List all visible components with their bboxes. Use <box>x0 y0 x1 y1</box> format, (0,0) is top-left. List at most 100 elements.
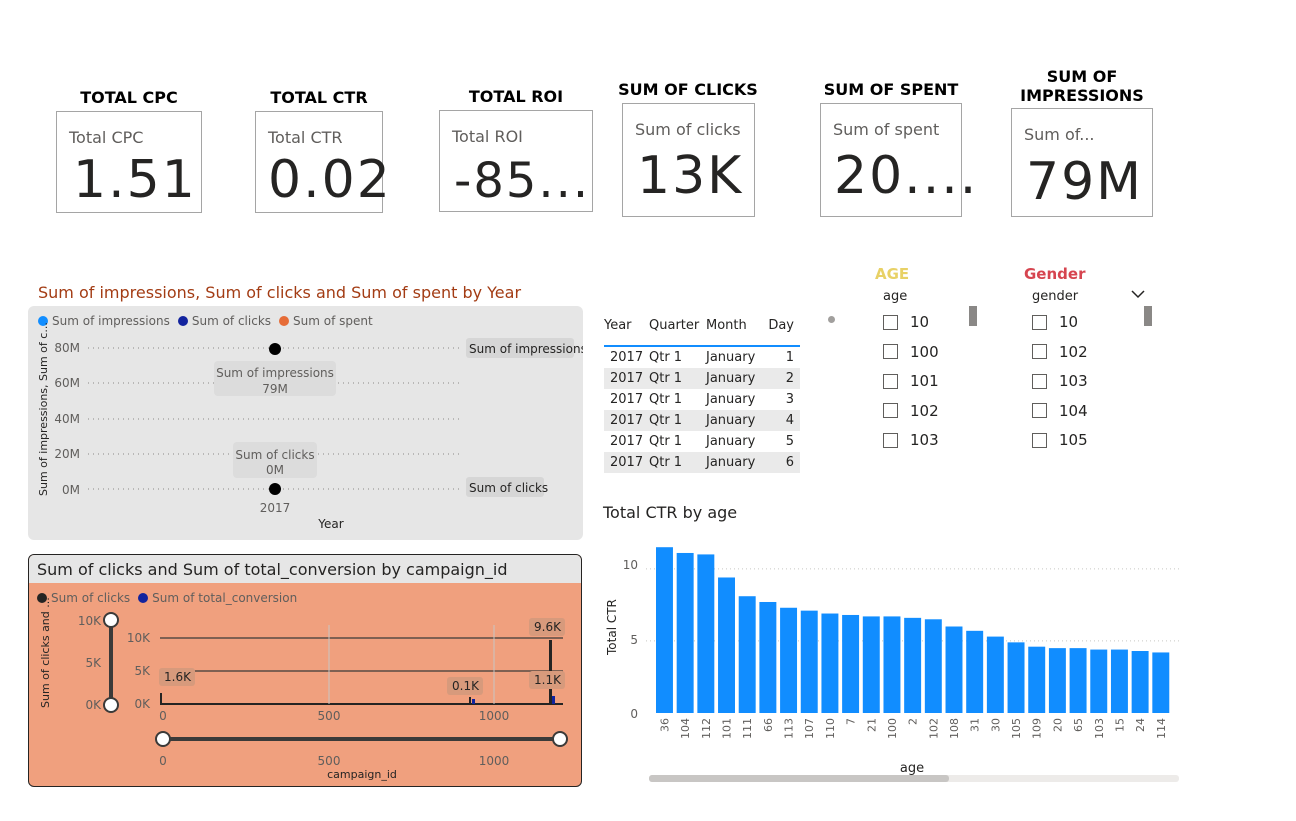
bar[interactable] <box>1048 648 1066 713</box>
xtick: 500 <box>318 709 341 723</box>
bar[interactable] <box>1110 649 1128 713</box>
checkbox[interactable] <box>1032 373 1047 389</box>
kpi-label: Total ROI <box>452 127 523 146</box>
bar[interactable] <box>883 616 901 713</box>
year-chart-panel[interactable]: Sum of impressions Sum of clicks Sum of … <box>28 306 583 540</box>
checkbox[interactable] <box>1032 344 1047 359</box>
bar[interactable] <box>1069 648 1087 713</box>
y-zoom-slider-handle-top[interactable] <box>103 612 119 628</box>
bar[interactable] <box>780 607 798 713</box>
age-slicer-item[interactable]: 100 <box>883 343 939 361</box>
table-row[interactable]: 2017 Qtr 1 January 2 <box>604 368 800 389</box>
gender-slicer-item[interactable]: 102 <box>1032 343 1088 361</box>
bar-conversion[interactable] <box>552 696 555 704</box>
slicer-item-label: 102 <box>910 401 939 420</box>
kpi-card-roi[interactable]: Total ROI -85... <box>439 110 593 212</box>
chevron-down-icon[interactable] <box>1130 286 1146 300</box>
bar-clicks[interactable] <box>469 697 471 704</box>
y-zoom-slider-handle-bottom[interactable] <box>103 697 119 713</box>
checkbox[interactable] <box>883 403 898 418</box>
checkbox[interactable] <box>1032 314 1047 330</box>
kpi-label: Sum of... <box>1024 125 1095 144</box>
bar[interactable] <box>904 617 922 713</box>
data-label: 1.1K <box>534 673 562 687</box>
kpi-card-cpc[interactable]: Total CPC 1.51 <box>56 111 202 213</box>
kpi-label: Total CPC <box>69 128 144 147</box>
table-cell: 2017 <box>610 413 644 428</box>
age-slicer-item[interactable]: 102 <box>883 402 939 420</box>
table-cell: January <box>706 371 756 386</box>
gender-slicer-item[interactable]: 10 <box>1032 313 1078 331</box>
kpi-card-ctr[interactable]: Total CTR 0.02 <box>255 111 390 213</box>
tooltip-clicks-value: 0M <box>266 463 284 477</box>
gender-slicer-item[interactable]: 103 <box>1032 372 1088 390</box>
bar[interactable] <box>924 619 942 713</box>
col-header-month[interactable]: Month <box>706 305 768 346</box>
bar[interactable] <box>759 601 777 713</box>
checkbox[interactable] <box>883 432 898 448</box>
bar[interactable] <box>800 610 818 713</box>
age-slicer-item[interactable]: 103 <box>883 431 939 449</box>
bar[interactable] <box>1090 649 1108 713</box>
kpi-card-impressions[interactable]: Sum of... 79M <box>1011 108 1153 217</box>
slicer-item-label: 100 <box>910 342 939 361</box>
ctr-by-age-chart[interactable]: Total CTR 10 5 0 36 104 112 101 111 66 113 107 1… <box>596 520 1196 820</box>
x-tick-label: 104 <box>679 718 692 739</box>
bar[interactable] <box>718 577 735 713</box>
col-header-day[interactable]: Day <box>768 305 800 346</box>
age-slicer-item[interactable]: 10 <box>883 313 929 331</box>
checkbox[interactable] <box>1032 403 1047 418</box>
kpi-title-clicks: SUM OF CLICKS <box>618 80 758 99</box>
gender-slicer-item[interactable]: 104 <box>1032 402 1088 420</box>
age-slicer-scrollbar[interactable] <box>969 306 977 326</box>
bar[interactable] <box>842 614 860 713</box>
bar[interactable] <box>738 596 756 713</box>
kpi-title-roi: TOTAL ROI <box>468 87 564 106</box>
point-impressions[interactable] <box>269 343 281 355</box>
col-header-quarter[interactable]: Quarter <box>649 305 706 346</box>
x-tick-label: 111 <box>741 718 754 739</box>
checkbox[interactable] <box>883 373 898 389</box>
bar[interactable] <box>1007 642 1025 713</box>
campaign-chart-panel[interactable]: Sum of clicks and Sum of total_conversio… <box>28 554 582 787</box>
kpi-card-spent[interactable]: Sum of spent 20.... <box>820 103 976 217</box>
gender-slicer-item[interactable]: 105 <box>1032 431 1088 449</box>
bar[interactable] <box>966 630 984 713</box>
checkbox[interactable] <box>1032 432 1047 448</box>
checkbox[interactable] <box>883 344 898 359</box>
table-row[interactable]: 2017 Qtr 1 January 5 <box>604 431 800 452</box>
status-dot <box>828 316 835 323</box>
bar[interactable] <box>1152 652 1170 713</box>
bar[interactable] <box>697 554 715 713</box>
bar[interactable] <box>1028 646 1046 713</box>
table-row[interactable]: 2017 Qtr 1 January 6 <box>604 452 800 473</box>
bar[interactable] <box>1131 651 1149 713</box>
table-row[interactable]: 2017 Qtr 1 January 4 <box>604 410 800 431</box>
gender-slicer-title: Gender <box>1024 265 1086 283</box>
bar[interactable] <box>656 547 673 713</box>
horizontal-scrollbar-thumb[interactable] <box>649 775 949 782</box>
ytick: 60M <box>54 376 80 390</box>
kpi-card-clicks[interactable]: Sum of clicks 13K <box>622 103 755 217</box>
bar-clicks[interactable] <box>160 693 162 704</box>
bar-conversion[interactable] <box>472 699 475 704</box>
col-header-year[interactable]: Year <box>604 305 649 346</box>
table-row[interactable]: 2017 Qtr 1 January 1 <box>604 346 800 368</box>
bar[interactable] <box>862 616 880 713</box>
bar[interactable] <box>945 626 963 714</box>
ctr-xlabel: age <box>900 761 924 776</box>
x-zoom-slider-handle-left[interactable] <box>155 731 171 747</box>
x-zoom-slider-handle-right[interactable] <box>552 731 568 747</box>
bar[interactable] <box>986 636 1004 713</box>
checkbox[interactable] <box>883 314 898 330</box>
bar[interactable] <box>821 613 839 713</box>
kpi-title-impressions-line1: SUM OF <box>1046 67 1118 86</box>
date-table[interactable]: Year Quarter Month Day 2017 Qtr 1 January 1… <box>604 305 800 473</box>
point-clicks[interactable] <box>269 483 281 495</box>
bar[interactable] <box>676 552 694 713</box>
gender-slicer-scrollbar[interactable] <box>1144 306 1152 326</box>
x-tick-label: 66 <box>762 718 775 732</box>
table-row[interactable]: 2017 Qtr 1 January 3 <box>604 389 800 410</box>
x-tick-label: 31 <box>969 718 982 732</box>
age-slicer-item[interactable]: 101 <box>883 372 939 390</box>
